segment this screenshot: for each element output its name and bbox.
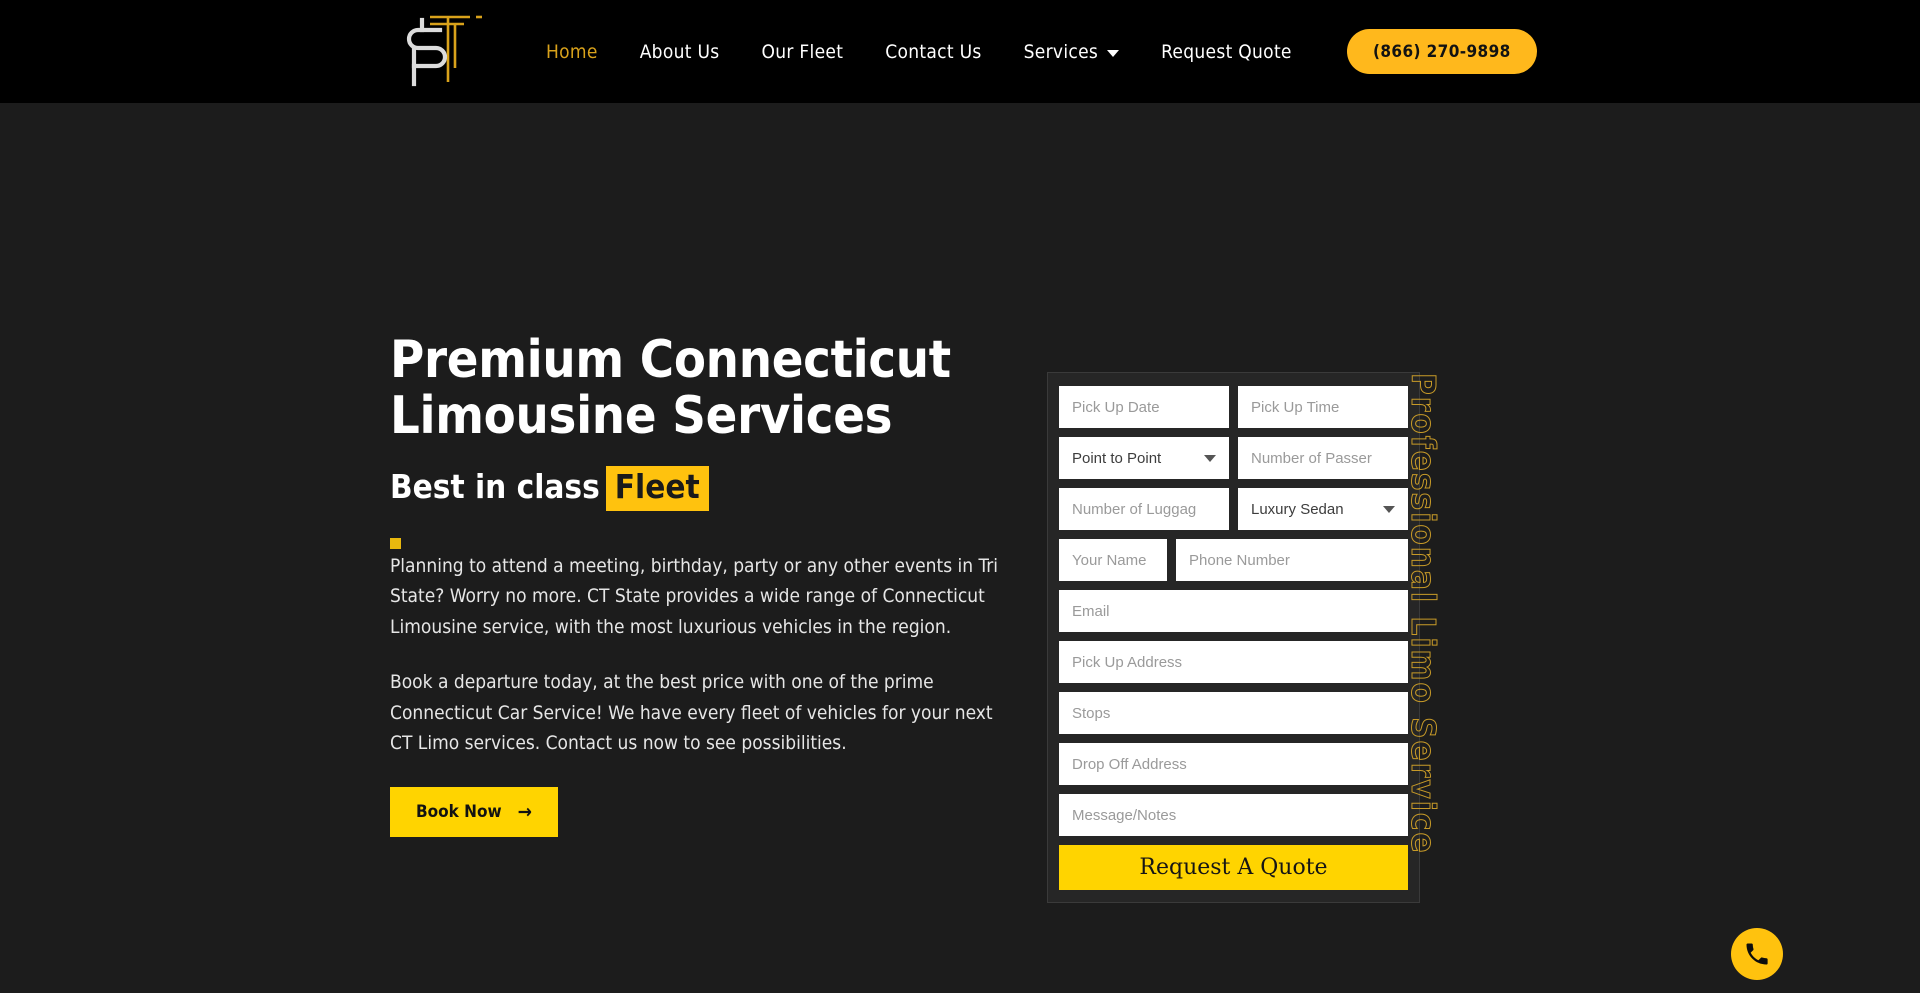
floating-call-button[interactable] xyxy=(1731,928,1783,980)
form-row: Email xyxy=(1059,590,1408,632)
nav-item-contact-us[interactable]: Contact Us xyxy=(864,41,1002,63)
hero-subheading-highlight: Fleet xyxy=(605,466,709,511)
main-navigation: Home About Us Our Fleet Contact Us Servi… xyxy=(525,0,1313,103)
form-row: Pick Up Date Pick Up Time xyxy=(1059,386,1408,428)
pickup-address-input[interactable]: Pick Up Address xyxy=(1059,641,1408,683)
hero-paragraph-2: Book a departure today, at the best pric… xyxy=(390,670,993,755)
hero-subheading: Best in class Fleet xyxy=(390,466,1030,511)
nav-item-label: Contact Us xyxy=(885,40,982,63)
vertical-tagline: Professional Limo Service xyxy=(1404,373,1444,856)
request-quote-submit-button[interactable]: Request A Quote xyxy=(1059,845,1408,890)
phone-input[interactable]: Phone Number xyxy=(1176,539,1408,581)
trip-type-select[interactable]: Point to Point xyxy=(1059,437,1229,479)
pickup-time-input[interactable]: Pick Up Time xyxy=(1238,386,1408,428)
hero-subheading-plain: Best in class xyxy=(390,467,600,507)
chevron-down-icon xyxy=(1383,505,1395,513)
name-input[interactable]: Your Name xyxy=(1059,539,1167,581)
pickup-date-input[interactable]: Pick Up Date xyxy=(1059,386,1229,428)
hero-paragraph-1: Planning to attend a meeting, birthday, … xyxy=(390,554,998,639)
nav-item-services[interactable]: Services xyxy=(1003,41,1141,63)
header-phone-button[interactable]: (866) 270-9898 xyxy=(1347,29,1537,74)
hero-content: Premium Connecticut Limousine Services B… xyxy=(390,330,1030,838)
vehicle-type-value: Luxury Sedan xyxy=(1251,500,1344,518)
form-row: Message/Notes xyxy=(1059,794,1408,836)
nav-item-home[interactable]: Home xyxy=(525,41,619,63)
stops-input[interactable]: Stops xyxy=(1059,692,1408,734)
page-title: Premium Connecticut Limousine Services xyxy=(390,330,1030,446)
dropoff-address-input[interactable]: Drop Off Address xyxy=(1059,743,1408,785)
decorative-square xyxy=(390,537,401,549)
nav-item-request-quote[interactable]: Request Quote xyxy=(1140,41,1313,63)
quote-request-form: Pick Up Date Pick Up Time Point to Point… xyxy=(1047,372,1420,903)
luggage-input[interactable]: Number of Luggag xyxy=(1059,488,1229,530)
email-input[interactable]: Email xyxy=(1059,590,1408,632)
form-row: Number of Luggag Luxury Sedan xyxy=(1059,488,1408,530)
form-row: Drop Off Address xyxy=(1059,743,1408,785)
nav-item-label: Services xyxy=(1023,40,1099,63)
hero-heading-line1: Premium Connecticut xyxy=(390,330,951,390)
trip-type-value: Point to Point xyxy=(1072,449,1162,467)
phone-icon xyxy=(1746,943,1768,965)
site-logo[interactable] xyxy=(392,8,487,88)
vehicle-type-select[interactable]: Luxury Sedan xyxy=(1238,488,1408,530)
nav-item-label: About Us xyxy=(639,40,720,63)
nav-item-label: Home xyxy=(546,40,598,63)
form-row: Pick Up Address xyxy=(1059,641,1408,683)
book-now-button[interactable]: Book Now → xyxy=(390,787,558,838)
site-header: Home About Us Our Fleet Contact Us Servi… xyxy=(0,0,1920,103)
book-now-label: Book Now xyxy=(416,802,502,823)
nav-item-label: Request Quote xyxy=(1161,40,1292,63)
nav-item-label: Our Fleet xyxy=(761,40,844,63)
arrow-right-icon: → xyxy=(517,800,532,823)
nav-item-our-fleet[interactable]: Our Fleet xyxy=(740,41,864,63)
message-input[interactable]: Message/Notes xyxy=(1059,794,1408,836)
form-row: Point to Point Number of Passer xyxy=(1059,437,1408,479)
form-row: Stops xyxy=(1059,692,1408,734)
form-row: Your Name Phone Number xyxy=(1059,539,1408,581)
chevron-down-icon xyxy=(1107,50,1120,57)
hero-heading-line2: Limousine Services xyxy=(390,385,893,446)
nav-item-about-us[interactable]: About Us xyxy=(619,41,741,63)
chevron-down-icon xyxy=(1204,454,1216,462)
passengers-input[interactable]: Number of Passer xyxy=(1238,437,1408,479)
